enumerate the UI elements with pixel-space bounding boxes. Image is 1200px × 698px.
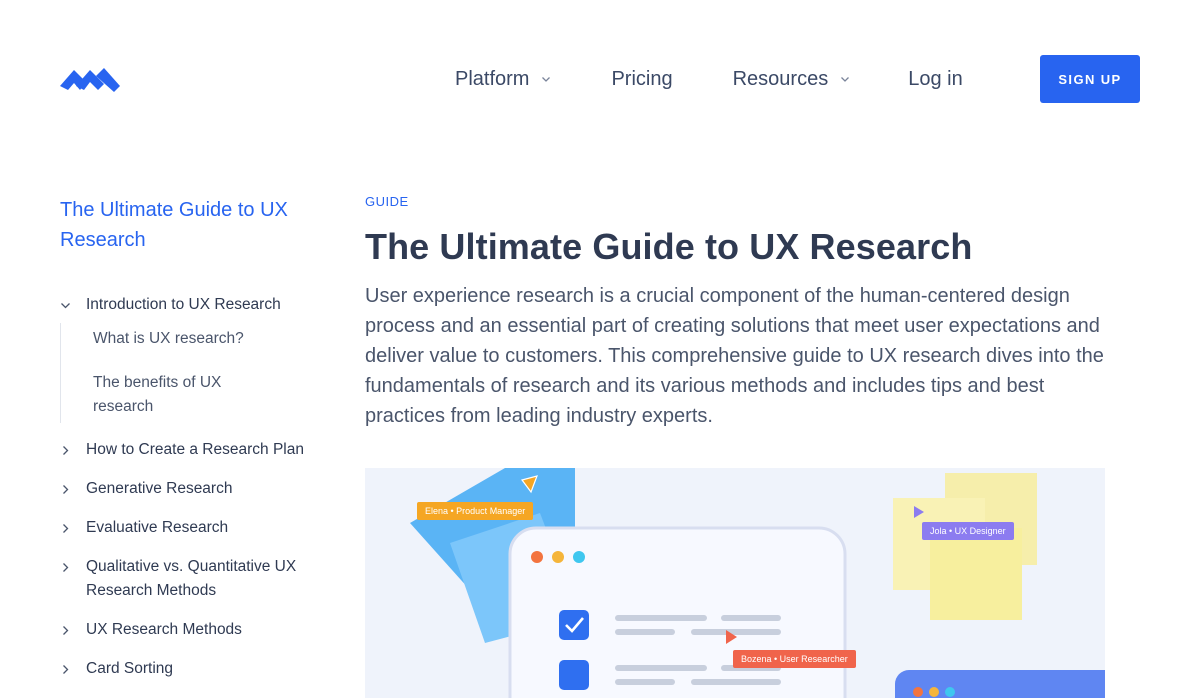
toc-item-label: Evaluative Research (86, 519, 229, 536)
chevron-down-icon (542, 77, 551, 82)
chevron-right-icon[interactable] (60, 625, 71, 636)
toc-item-label: Introduction to UX Research (86, 296, 281, 313)
toc-item-card-sorting[interactable]: Card Sorting (60, 657, 310, 681)
window-dot-yellow (552, 551, 564, 563)
nav-pricing[interactable]: Pricing (611, 68, 672, 91)
sticky-note-yellow (930, 528, 1022, 620)
toc-item-label: Generative Research (86, 480, 233, 497)
nav-resources[interactable]: Resources (733, 68, 851, 91)
chevron-down-icon[interactable] (60, 300, 71, 311)
nav-pricing-label: Pricing (611, 67, 673, 90)
toc-item-evaluative[interactable]: Evaluative Research (60, 516, 310, 540)
article-eyebrow[interactable]: GUIDE (365, 194, 1105, 209)
user-tag-bozena: Bozena • User Researcher (733, 650, 856, 668)
window-dot-blue (573, 551, 585, 563)
chevron-down-icon (841, 77, 850, 82)
article-main: GUIDE The Ultimate Guide to UX Research … (365, 194, 1105, 431)
checkbox-unchecked (559, 660, 589, 690)
toc-subitem-what-is-ux-research[interactable]: What is UX research? (93, 323, 284, 367)
toc-item-research-plan[interactable]: How to Create a Research Plan (60, 438, 310, 462)
window-dot-red (531, 551, 543, 563)
nav-platform-label: Platform (455, 67, 530, 90)
hero-illustration: Elena • Product Manager Jola • UX Design… (365, 468, 1105, 698)
page-title: The Ultimate Guide to UX Research (365, 226, 973, 267)
nav-resources-label: Resources (732, 67, 829, 90)
toc-subitem-benefits[interactable]: The benefits of UX research (93, 367, 284, 423)
nav-login[interactable]: Log in (908, 68, 963, 91)
chevron-right-icon[interactable] (60, 664, 71, 675)
nav-login-label: Log in (908, 67, 963, 90)
toc-item-label: Qualitative vs. Quantitative UX Research… (86, 558, 297, 599)
table-of-contents: Introduction to UX Research What is UX r… (60, 293, 310, 681)
guide-sidebar: The Ultimate Guide to UX Research Introd… (60, 195, 310, 696)
toc-item-label: Card Sorting (86, 660, 174, 677)
chevron-right-icon[interactable] (60, 562, 71, 573)
toc-item-label: UX Research Methods (86, 621, 242, 638)
user-tag-jola: Jola • UX Designer (922, 522, 1014, 540)
checkbox-checked (559, 610, 589, 640)
toc-item-generative[interactable]: Generative Research (60, 477, 310, 501)
chevron-right-icon[interactable] (60, 523, 71, 534)
signup-button[interactable]: SIGN UP (1040, 55, 1140, 103)
chevron-right-icon[interactable] (60, 445, 71, 456)
brand-logo[interactable] (60, 64, 122, 94)
article-intro: User experience research is a crucial co… (365, 285, 1104, 427)
secondary-window (895, 670, 1105, 698)
chevron-right-icon[interactable] (60, 484, 71, 495)
toc-item-qual-vs-quant[interactable]: Qualitative vs. Quantitative UX Research… (60, 555, 310, 603)
sidebar-guide-title[interactable]: The Ultimate Guide to UX Research (60, 195, 310, 255)
toc-item-methods[interactable]: UX Research Methods (60, 618, 310, 642)
nav-platform[interactable]: Platform (455, 68, 551, 91)
toc-sublist: What is UX research? The benefits of UX … (60, 323, 284, 423)
main-nav: Platform Pricing Resources Log in (455, 62, 963, 96)
site-header: Platform Pricing Resources Log in SIGN U… (0, 0, 1200, 160)
toc-item-introduction[interactable]: Introduction to UX Research What is UX r… (60, 293, 310, 423)
toc-item-label: How to Create a Research Plan (86, 441, 304, 458)
user-tag-elena: Elena • Product Manager (417, 502, 534, 520)
